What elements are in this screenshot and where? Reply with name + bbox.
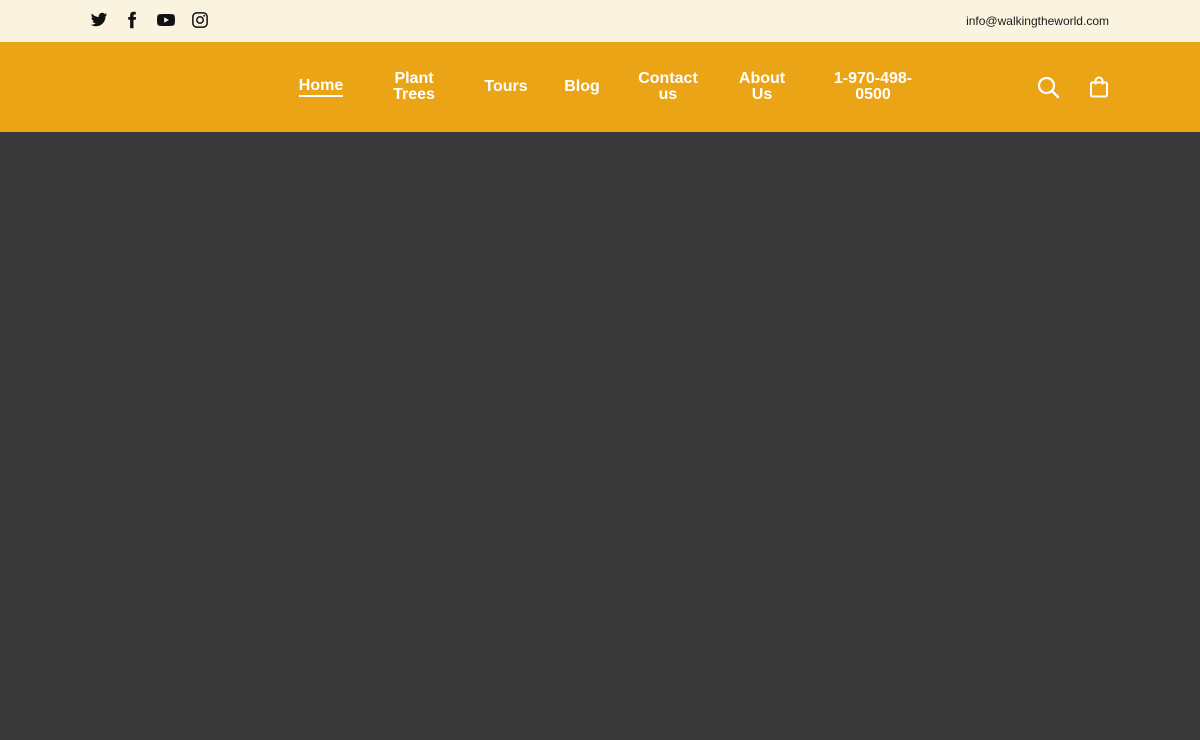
nav-phone[interactable]: 1-970-498-0500 [826, 42, 920, 132]
nav-tours[interactable]: Tours [481, 42, 531, 132]
email-link[interactable]: info@walkingtheworld.com [966, 14, 1109, 28]
nav-phone-label: 1-970-498-0500 [833, 70, 913, 103]
nav-blog-label: Blog [564, 78, 600, 95]
twitter-icon[interactable] [90, 11, 108, 29]
main-nav: Home Plant Trees Tours Blog Contact us A… [0, 42, 1200, 132]
nav-plant-trees[interactable]: Plant Trees [384, 42, 444, 132]
nav-about-us[interactable]: About Us [736, 42, 788, 132]
social-links [90, 11, 224, 29]
nav-contact-us[interactable]: Contact us [636, 42, 700, 132]
nav-about-us-label: About Us [738, 70, 786, 103]
nav-home-label: Home [298, 77, 344, 97]
nav-plant-trees-label: Plant Trees [393, 70, 435, 103]
nav-contact-us-label: Contact us [638, 70, 698, 103]
facebook-icon[interactable] [123, 11, 141, 29]
instagram-icon[interactable] [191, 11, 209, 29]
nav-blog[interactable]: Blog [560, 42, 604, 132]
nav-tours-label: Tours [484, 78, 528, 95]
hero-area [0, 132, 1200, 740]
top-bar: info@walkingtheworld.com [0, 0, 1200, 42]
youtube-icon[interactable] [156, 11, 176, 29]
nav-home[interactable]: Home [296, 42, 346, 132]
search-icon[interactable] [1036, 75, 1060, 99]
shopping-bag-icon[interactable] [1087, 75, 1111, 99]
